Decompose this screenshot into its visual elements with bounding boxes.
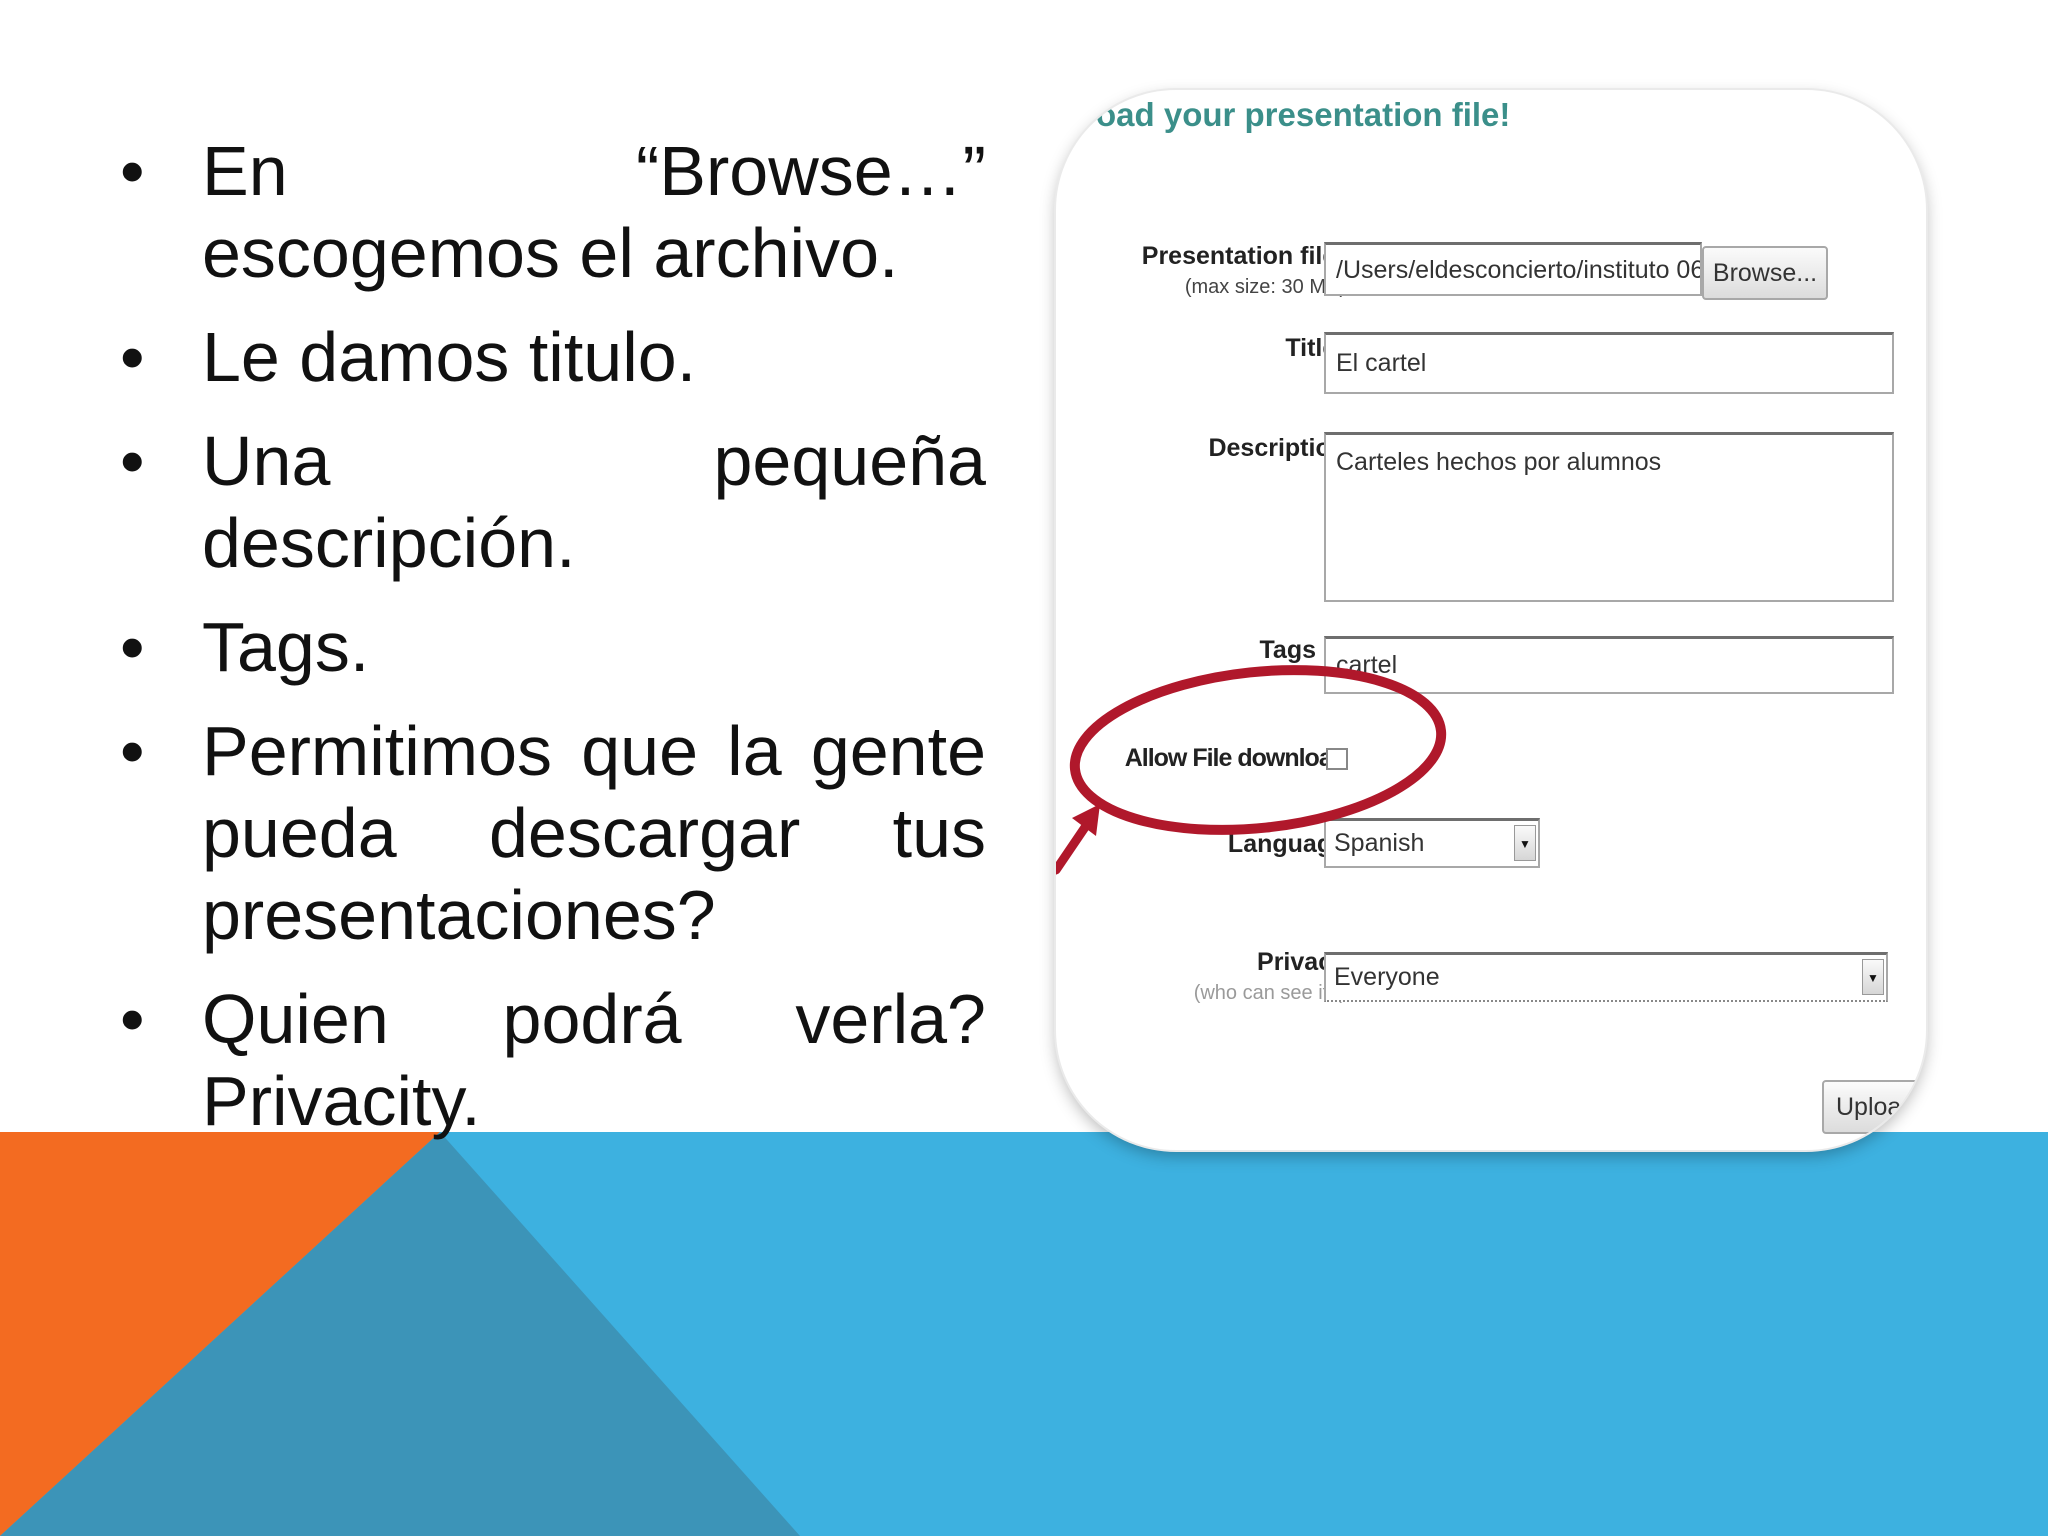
bullet-dot: • bbox=[120, 608, 145, 686]
bullet-list: • En “Browse…” escogemos el archivo. • Le … bbox=[120, 130, 986, 1164]
bullet-dot: • bbox=[120, 318, 145, 396]
bullet-dot: • bbox=[120, 980, 145, 1058]
bullet-text: Le damos titulo. bbox=[202, 318, 697, 396]
presentation-file-input[interactable]: /Users/eldesconcierto/instituto 06-0: bbox=[1324, 242, 1702, 296]
bullet-item-browse: • En “Browse…” escogemos el archivo. bbox=[120, 130, 986, 294]
allow-download-label: Allow File download bbox=[1124, 744, 1347, 772]
tags-input[interactable]: cartel bbox=[1324, 636, 1894, 694]
presentation-file-label: Presentation file* bbox=[1142, 242, 1346, 271]
tags-label-text: Tags bbox=[1259, 636, 1317, 664]
browse-button[interactable]: Browse... bbox=[1702, 246, 1828, 300]
bullet-item-description: • Una pequeña descripción. bbox=[120, 420, 986, 584]
presentation-file-hint: (max size: 30 MB) bbox=[1184, 276, 1346, 298]
bullet-text: En “Browse…” escogemos el archivo. bbox=[202, 132, 986, 292]
language-selected-value: Spanish bbox=[1334, 829, 1425, 857]
bullet-text: Tags. bbox=[202, 608, 370, 686]
dropdown-arrow-icon: ▼ bbox=[1862, 959, 1884, 995]
bullet-text: Permitimos que la gente pueda descargar … bbox=[202, 712, 986, 954]
bullet-item-privacy: • Quien podrá verla? Privacity. bbox=[120, 978, 986, 1142]
dropdown-arrow-icon: ▼ bbox=[1514, 825, 1536, 861]
presentation-file-label-text: Presentation file bbox=[1141, 242, 1337, 270]
bullet-dot: • bbox=[120, 132, 145, 210]
allow-download-checkbox[interactable] bbox=[1326, 748, 1348, 770]
description-textarea[interactable]: Carteles hechos por alumnos bbox=[1324, 432, 1894, 602]
bullet-item-title: • Le damos titulo. bbox=[120, 316, 986, 398]
bullet-dot: • bbox=[120, 422, 145, 500]
bullet-item-download: • Permitimos que la gente pueda descargar… bbox=[120, 710, 986, 956]
upload-button[interactable]: Uploa bbox=[1822, 1080, 1926, 1134]
privacy-selected-value: Everyone bbox=[1334, 963, 1440, 991]
form-heading: oad your presentation file! bbox=[1096, 96, 1511, 133]
privacy-select[interactable]: Everyone ▼ bbox=[1324, 952, 1888, 1002]
bullet-item-tags: • Tags. bbox=[120, 606, 986, 688]
bullet-text: Una pequeña descripción. bbox=[202, 422, 986, 582]
title-input[interactable]: El cartel bbox=[1324, 332, 1894, 394]
bullet-text: Quien podrá verla? Privacity. bbox=[202, 980, 986, 1140]
bullet-dot: • bbox=[120, 712, 145, 790]
upload-form-screenshot: oad your presentation file! Presentation… bbox=[1056, 90, 1926, 1150]
language-select[interactable]: Spanish ▼ bbox=[1324, 818, 1540, 868]
upload-form: oad your presentation file! Presentation… bbox=[1056, 90, 1926, 1150]
